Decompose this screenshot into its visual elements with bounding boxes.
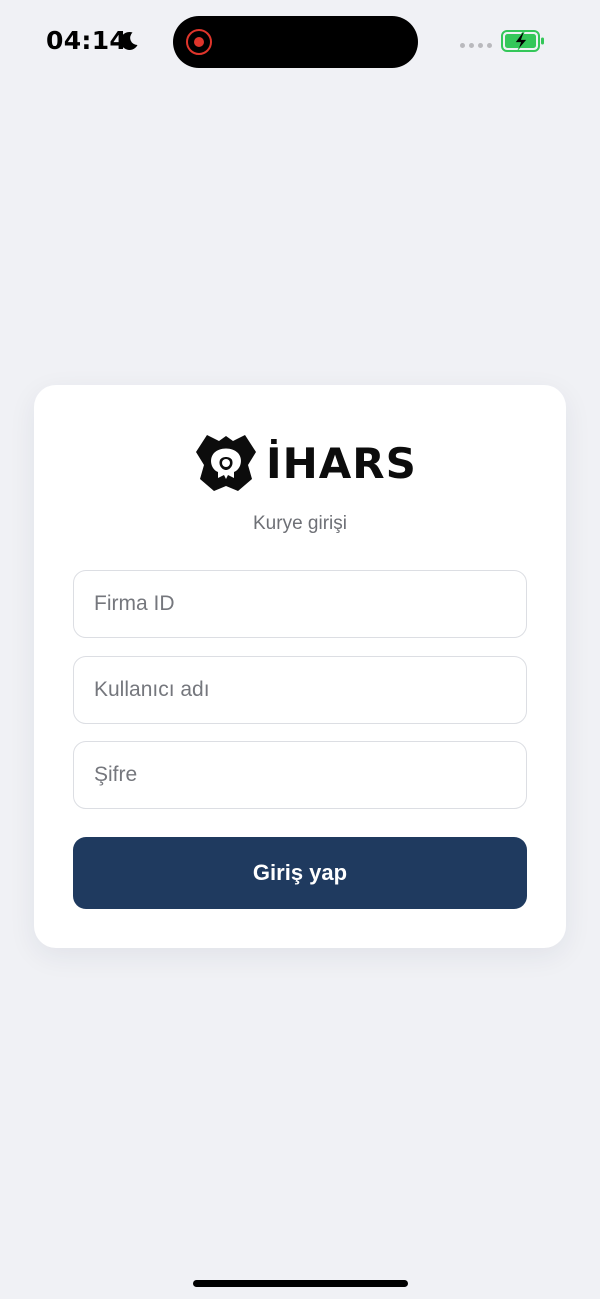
status-bar: 04:14 — [0, 0, 600, 84]
screen-record-icon — [186, 29, 212, 55]
home-indicator[interactable] — [193, 1280, 408, 1287]
firma-id-input[interactable] — [73, 570, 527, 638]
login-button[interactable]: Giriş yap — [73, 837, 527, 909]
login-screen: 04:14 İHARS Kurye girişi Firma ID Kullan… — [0, 0, 600, 1299]
ihars-emblem-icon — [196, 435, 256, 491]
battery-charging-icon — [501, 30, 544, 52]
login-card: İHARS Kurye girişi Giriş yap — [34, 385, 566, 948]
logo-text: İHARS — [266, 439, 417, 488]
brand-logo: İHARS — [194, 432, 416, 496]
dynamic-island — [173, 16, 418, 68]
username-input[interactable] — [73, 656, 527, 724]
page-subtitle: Kurye girişi — [253, 513, 347, 534]
status-time: 04:14 — [46, 26, 128, 55]
moon-icon — [120, 31, 138, 50]
password-input[interactable] — [73, 741, 527, 809]
signal-icon — [460, 43, 492, 49]
